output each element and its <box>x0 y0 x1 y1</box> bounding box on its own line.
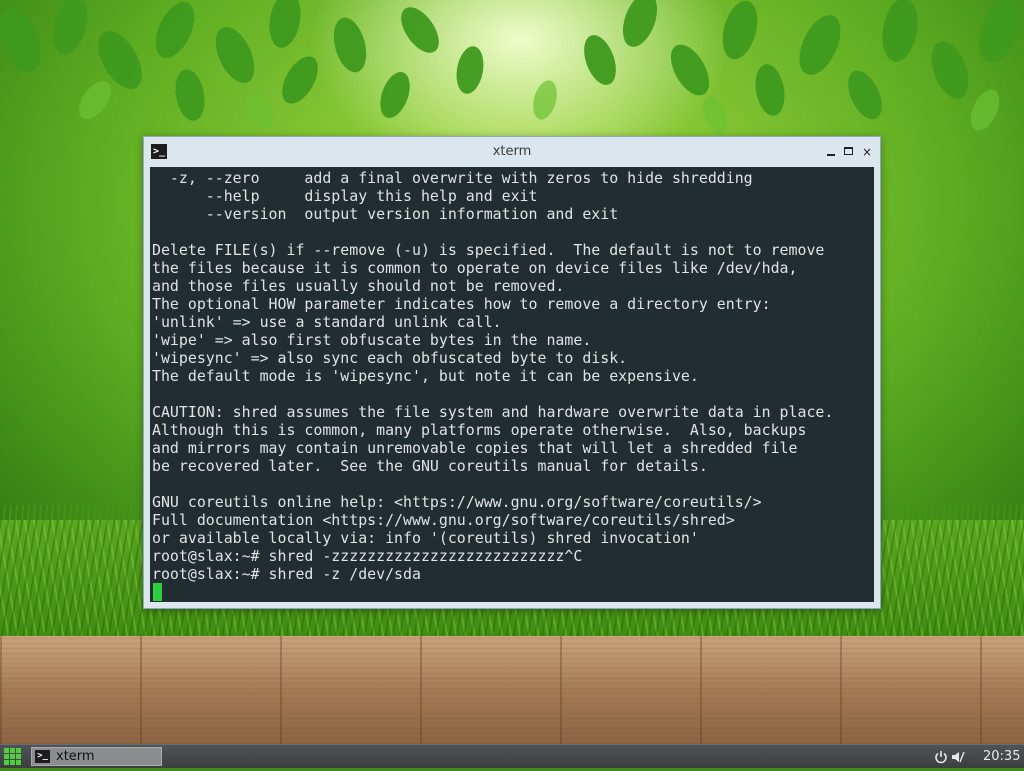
terminal-icon: >_ <box>35 750 50 763</box>
minimize-icon[interactable] <box>823 144 839 160</box>
terminal-icon[interactable]: >_ <box>151 144 167 159</box>
terminal-output: -z, --zero add a final overwrite with ze… <box>152 169 834 583</box>
maximize-icon[interactable] <box>841 144 857 160</box>
terminal-cursor <box>153 583 162 601</box>
taskbar: >_ xterm 20:35 <box>0 744 1024 768</box>
taskbar-item-xterm[interactable]: >_ xterm <box>31 747 162 766</box>
app-grid-icon[interactable] <box>4 748 22 766</box>
window-title: xterm <box>492 144 532 159</box>
window-titlebar[interactable]: xterm >_ × <box>144 137 880 167</box>
taskbar-item-label: xterm <box>56 749 95 764</box>
terminal-area[interactable]: -z, --zero add a final overwrite with ze… <box>150 167 874 602</box>
volume-muted-icon[interactable] <box>951 747 967 767</box>
close-icon[interactable]: × <box>859 144 875 160</box>
power-icon[interactable] <box>934 747 950 767</box>
xterm-window[interactable]: xterm >_ × -z, --zero add a final overwr… <box>143 136 881 609</box>
wallpaper-wooden-deck <box>0 636 1024 744</box>
clock[interactable]: 20:35 <box>983 747 1023 767</box>
